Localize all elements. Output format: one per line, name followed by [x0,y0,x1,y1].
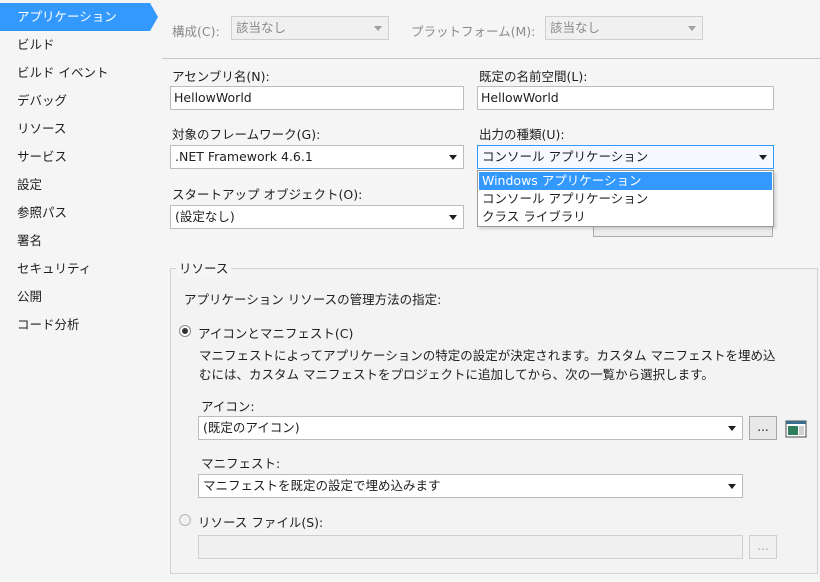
app-icon-preview-icon [785,420,807,438]
platform-combo[interactable]: 該当なし [545,16,703,40]
sidebar-item-services[interactable]: サービス [0,143,150,171]
startup-object-label: スタートアップ オブジェクト(O): [172,187,363,202]
sidebar-item-security[interactable]: セキュリティ [0,255,150,283]
output-type-option-console[interactable]: コンソール アプリケーション [479,190,772,208]
config-label: 構成(C): [172,24,220,39]
assembly-name-label: アセンブリ名(N): [172,69,270,84]
output-type-option-class-library[interactable]: クラス ライブラリ [479,208,772,226]
assembly-name-input[interactable]: HellowWorld [170,86,464,110]
sidebar-item-signing[interactable]: 署名 [0,227,150,255]
icon-label: アイコン: [201,399,255,414]
platform-label: プラットフォーム(M): [411,24,536,39]
output-type-dropdown-list: Windows アプリケーション コンソール アプリケーション クラス ライブラ… [477,170,774,227]
sidebar-item-resources[interactable]: リソース [0,115,150,143]
chevron-down-icon [449,155,457,160]
chevron-down-icon [688,26,696,31]
resources-group-title: リソース [176,258,232,277]
startup-object-combo[interactable]: (設定なし) [170,205,464,229]
output-type-label: 出力の種類(U): [479,127,565,142]
namespace-label: 既定の名前空間(L): [479,69,588,84]
sidebar-item-debug[interactable]: デバッグ [0,87,150,115]
resource-file-browse-button[interactable]: ... [749,535,777,559]
sidebar-item-settings[interactable]: 設定 [0,171,150,199]
sidebar-item-build[interactable]: ビルド [0,31,150,59]
icon-browse-button[interactable]: ... [749,416,777,440]
namespace-input[interactable]: HellowWorld [477,86,774,110]
framework-label: 対象のフレームワーク(G): [172,127,321,142]
chevron-down-icon [728,484,736,489]
resource-file-radio[interactable] [179,514,191,526]
sidebar-item-code-analysis[interactable]: コード分析 [0,311,150,339]
chevron-down-icon [374,26,382,31]
startup-object-value: (設定なし) [175,209,235,224]
icon-combo[interactable]: (既定のアイコン) [198,416,743,440]
icon-value: (既定のアイコン) [203,420,300,435]
framework-combo[interactable]: .NET Framework 4.6.1 [170,145,464,169]
chevron-down-icon [759,155,767,160]
resources-intro: アプリケーション リソースの管理方法の指定: [184,292,442,307]
manifest-description: マニフェストによってアプリケーションの特定の設定が決定されます。カスタム マニフ… [199,348,776,382]
icon-manifest-radio[interactable] [179,325,191,337]
output-type-option-windows[interactable]: Windows アプリケーション [479,172,772,190]
sidebar-item-build-events[interactable]: ビルド イベント [0,59,150,87]
sidebar: アプリケーション ビルド ビルド イベント デバッグ リソース サービス 設定 … [0,0,162,582]
resource-file-radio-label[interactable]: リソース ファイル(S): [198,512,323,531]
chevron-down-icon [449,215,457,220]
sidebar-item-reference-paths[interactable]: 参照パス [0,199,150,227]
output-type-combo[interactable]: コンソール アプリケーション [477,145,774,169]
chevron-down-icon [728,426,736,431]
sidebar-item-application[interactable]: アプリケーション [0,3,158,31]
output-type-value: コンソール アプリケーション [482,149,649,164]
platform-value: 該当なし [550,20,601,35]
icon-manifest-radio-label[interactable]: アイコンとマニフェスト(C) [198,323,353,342]
manifest-value: マニフェストを既定の設定で埋め込みます [203,478,441,493]
divider [162,58,820,59]
config-value: 該当なし [236,20,287,35]
config-combo[interactable]: 該当なし [231,16,389,40]
framework-value: .NET Framework 4.6.1 [175,149,313,164]
manifest-label: マニフェスト: [201,456,281,471]
resource-file-input[interactable] [198,535,743,559]
sidebar-item-publish[interactable]: 公開 [0,283,150,311]
manifest-combo[interactable]: マニフェストを既定の設定で埋め込みます [198,474,743,498]
